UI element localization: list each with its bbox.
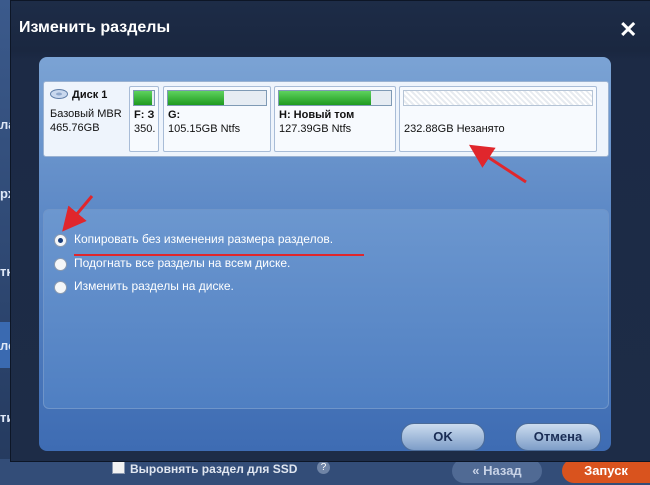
disk-map: Диск 1 Базовый MBR 465.76GB F: З 350. G:… bbox=[43, 81, 609, 157]
disk-info: Диск 1 Базовый MBR 465.76GB bbox=[48, 86, 128, 152]
partition-info: 105.15GB Ntfs bbox=[168, 123, 241, 135]
cancel-button[interactable]: Отмена bbox=[515, 423, 601, 451]
partition-g[interactable]: G: 105.15GB Ntfs bbox=[163, 86, 271, 152]
partition-usage-fill bbox=[279, 91, 371, 105]
partition-info: 127.39GB Ntfs bbox=[279, 123, 352, 135]
partition-usage-bar bbox=[167, 90, 267, 106]
partition-name: F: З bbox=[134, 109, 155, 121]
ok-button[interactable]: OK bbox=[401, 423, 485, 451]
partition-usage-fill bbox=[168, 91, 224, 105]
partition-usage-bar bbox=[278, 90, 392, 106]
radio-button[interactable] bbox=[54, 258, 67, 271]
partition-name: H: Новый том bbox=[279, 109, 355, 121]
partition-info: 350. bbox=[134, 123, 156, 135]
radio-button[interactable] bbox=[54, 234, 67, 247]
option-label: Изменить разделы на диске. bbox=[74, 279, 234, 293]
radio-button[interactable] bbox=[54, 281, 67, 294]
disk-type: Базовый MBR bbox=[50, 108, 122, 120]
disk-name: Диск 1 bbox=[72, 89, 108, 101]
copy-options-panel: Копировать без изменения размера раздело… bbox=[43, 209, 609, 409]
ssd-align-label: Выровнять раздел для SSD bbox=[130, 462, 298, 476]
partition-usage-bar bbox=[403, 90, 593, 106]
ssd-align-checkbox[interactable] bbox=[112, 461, 125, 474]
partition-h[interactable]: H: Новый том 127.39GB Ntfs bbox=[274, 86, 396, 152]
back-button[interactable]: « Назад bbox=[452, 459, 542, 483]
partition-usage-bar bbox=[133, 90, 155, 106]
close-icon[interactable]: ✕ bbox=[619, 19, 637, 41]
dialog-title: Изменить разделы bbox=[19, 19, 171, 36]
edit-partitions-dialog: Изменить разделы ✕ Диск 1 Базовый MBR 46… bbox=[10, 0, 650, 462]
partition-usage-fill bbox=[134, 91, 152, 105]
help-icon[interactable]: ? bbox=[317, 461, 330, 474]
option-label: Подогнать все разделы на всем диске. bbox=[74, 256, 291, 270]
partition-unallocated[interactable]: 232.88GB Незанято bbox=[399, 86, 597, 152]
partition-info: 232.88GB Незанято bbox=[404, 123, 505, 135]
partition-name: G: bbox=[168, 109, 181, 121]
start-button[interactable]: Запуск bbox=[562, 459, 650, 483]
partition-f[interactable]: F: З 350. bbox=[129, 86, 159, 152]
disk-icon bbox=[50, 89, 68, 99]
option-label: Копировать без изменения размера раздело… bbox=[74, 232, 334, 246]
dialog-body: Диск 1 Базовый MBR 465.76GB F: З 350. G:… bbox=[39, 57, 611, 451]
disk-size: 465.76GB bbox=[50, 122, 100, 134]
